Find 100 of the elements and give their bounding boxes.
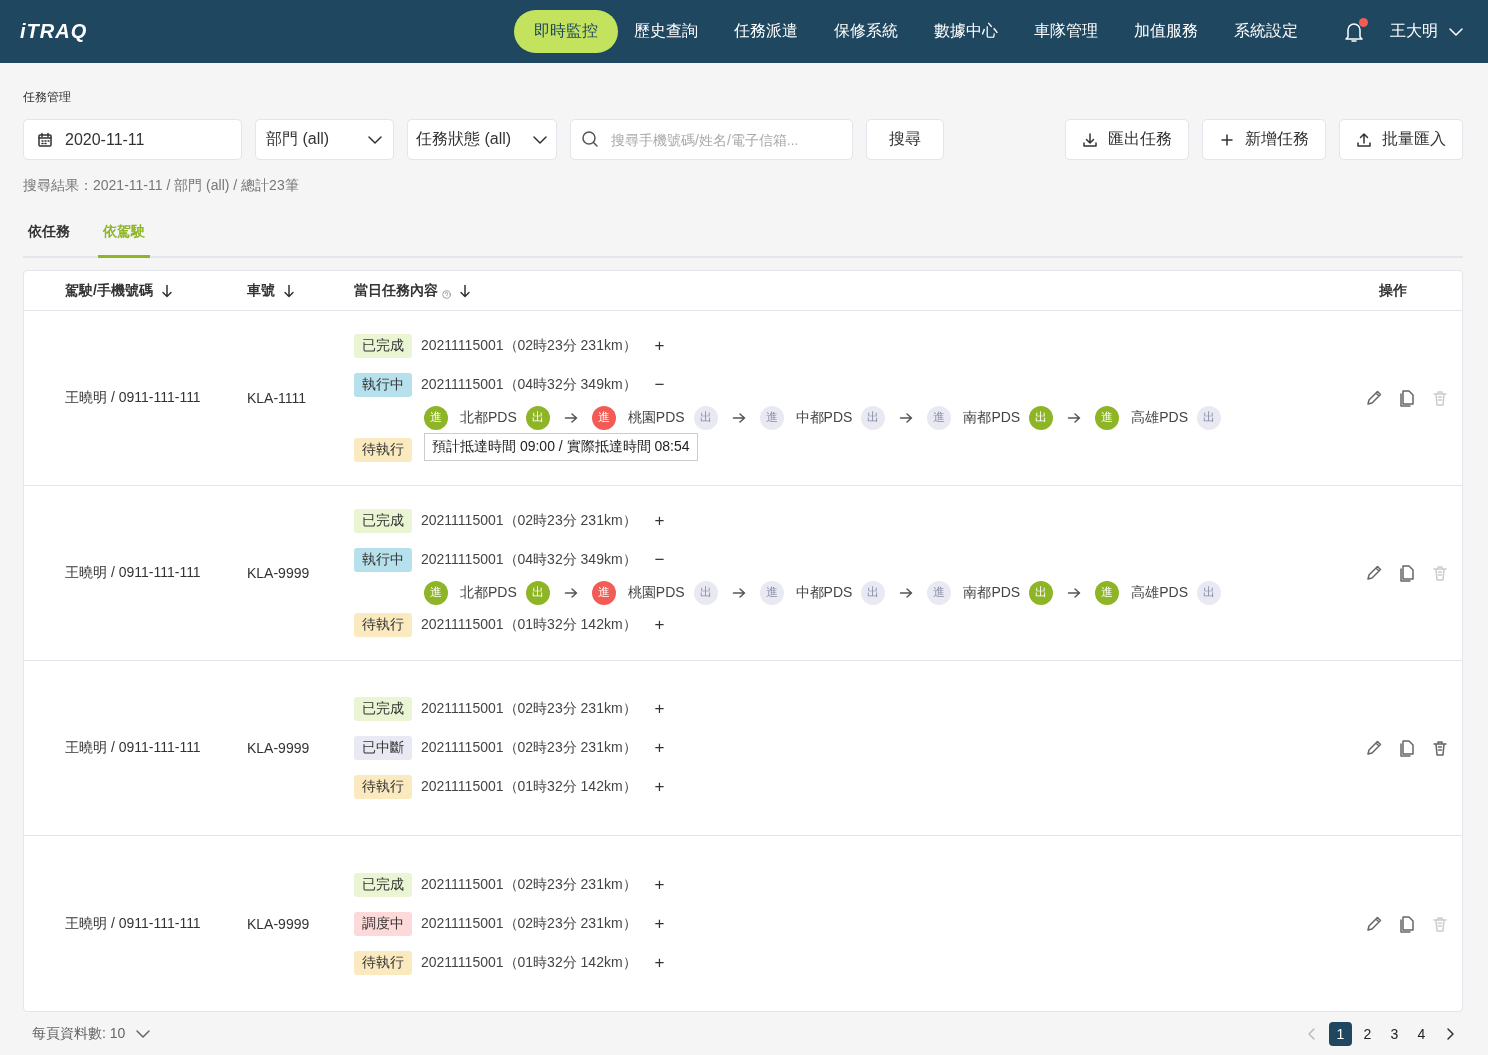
column-header[interactable]: 駕駛/手機號碼: [65, 281, 153, 300]
date-value: 2020-11-11: [65, 130, 145, 149]
status-tag: 調度中: [354, 911, 412, 936]
status-tag: 待執行: [354, 438, 412, 462]
expand-toggle[interactable]: +: [654, 738, 665, 758]
task-text[interactable]: 20211115001（02時23分 231km）: [421, 739, 637, 757]
check-out-badge: 出: [693, 580, 718, 605]
page-button[interactable]: 3: [1383, 1022, 1406, 1046]
check-out-badge: 出: [1197, 580, 1221, 605]
stop-name: 桃園PDS: [627, 583, 685, 602]
arrow-right-icon: [1067, 586, 1082, 599]
expand-toggle[interactable]: +: [654, 913, 665, 934]
check-out-badge: 出: [525, 580, 550, 605]
status-tag: 已中斷: [354, 736, 412, 760]
sort-arrow-icon[interactable]: [160, 283, 173, 298]
expand-toggle[interactable]: +: [654, 699, 665, 719]
check-in-badge: 進: [1095, 405, 1120, 430]
check-out-badge: 出: [861, 580, 886, 605]
sort-arrow-icon[interactable]: [283, 283, 295, 298]
sort-arrow-icon[interactable]: [459, 283, 471, 298]
page-button[interactable]: 4: [1410, 1022, 1433, 1046]
check-out-badge: 出: [1029, 580, 1054, 605]
import-button[interactable]: 批量匯入: [1339, 119, 1463, 160]
check-in-badge: 進: [759, 405, 784, 430]
driver-cell: 王曉明 / 0911-111-111: [65, 914, 201, 931]
task-text[interactable]: 20211115001（04時32分 349km）: [421, 551, 637, 569]
tab[interactable]: 依任務: [23, 217, 75, 258]
expand-toggle[interactable]: +: [654, 511, 665, 531]
task-text[interactable]: 20211115001（04時32分 349km）: [421, 376, 637, 394]
plate-cell: KLA-1111: [247, 390, 307, 406]
page-button[interactable]: 2: [1356, 1022, 1379, 1046]
bell-icon: [1344, 20, 1364, 43]
stop-name: 中都PDS: [795, 408, 853, 427]
status-tag: 已完成: [354, 697, 412, 721]
expand-toggle[interactable]: +: [654, 336, 665, 356]
task-text[interactable]: 20211115001（02時23分 231km）: [421, 700, 637, 718]
add-button[interactable]: 新增任務: [1202, 119, 1326, 160]
page-size-label: 每頁資料數: 10: [32, 1025, 126, 1043]
plus-icon: [1219, 131, 1235, 148]
expand-toggle[interactable]: +: [654, 777, 665, 797]
status-tag: 待執行: [354, 775, 412, 799]
copy-icon[interactable]: [1398, 564, 1416, 582]
tooltip: 預計抵達時間 09:00 / 實際抵達時間 08:54: [424, 432, 698, 461]
edit-icon[interactable]: [1365, 739, 1383, 757]
copy-icon[interactable]: [1398, 739, 1416, 757]
arrow-right-icon: [563, 586, 578, 599]
plate-cell: KLA-9999: [247, 565, 310, 581]
check-in-badge: 進: [591, 405, 616, 430]
department-dropdown[interactable]: 部門 (all): [255, 119, 394, 160]
copy-icon[interactable]: [1398, 389, 1416, 407]
status-tag: 執行中: [354, 548, 412, 572]
task-text[interactable]: 20211115001（01時32分 142km）: [421, 778, 637, 796]
task-text[interactable]: 20211115001（02時23分 231km）: [421, 337, 637, 355]
edit-icon[interactable]: [1365, 564, 1383, 582]
column-header: 操作: [1379, 281, 1407, 300]
stop-name: 南都PDS: [963, 408, 1021, 427]
expand-toggle[interactable]: −: [654, 375, 665, 395]
logo: iTRAQ: [20, 20, 88, 43]
search-field[interactable]: 搜尋手機號碼/姓名/電子信箱...: [570, 119, 853, 160]
check-out-badge: 出: [693, 405, 718, 430]
column-header[interactable]: 車號: [247, 281, 275, 300]
expand-toggle[interactable]: +: [654, 952, 665, 973]
dropdown-value: 任務狀態 (all): [416, 129, 512, 149]
user-menu[interactable]: 王大明: [1390, 21, 1464, 42]
search-icon: [581, 130, 599, 148]
arrow-right-icon: [731, 411, 746, 424]
nav-item[interactable]: 即時監控: [514, 10, 618, 53]
edit-icon[interactable]: [1365, 914, 1383, 933]
task-text[interactable]: 20211115001（02時23分 231km）: [421, 875, 637, 894]
check-in-badge: 進: [424, 405, 448, 430]
status-tag: 待執行: [354, 613, 412, 637]
export-button[interactable]: 匯出任務: [1065, 119, 1189, 160]
status-tag: 已完成: [354, 509, 412, 533]
arrow-right-icon: [1067, 411, 1082, 424]
delete-icon[interactable]: [1431, 739, 1449, 757]
driver-cell: 王曉明 / 0911-111-111: [65, 739, 201, 755]
task-text[interactable]: 20211115001（01時32分 142km）: [421, 616, 637, 634]
page-button[interactable]: 1: [1329, 1022, 1352, 1046]
expand-toggle[interactable]: +: [654, 874, 665, 895]
column-header[interactable]: 當日任務內容: [354, 281, 438, 300]
expand-toggle[interactable]: +: [654, 615, 665, 635]
status-dropdown[interactable]: 任務狀態 (all): [407, 119, 557, 160]
task-text[interactable]: 20211115001（01時32分 142km）: [421, 953, 637, 972]
search-button[interactable]: 搜尋: [866, 119, 944, 160]
download-icon: [1082, 131, 1098, 148]
plate-cell: KLA-9999: [247, 740, 310, 756]
stop-name: 高雄PDS: [1131, 408, 1188, 427]
check-in-badge: 進: [424, 580, 448, 605]
expand-toggle[interactable]: −: [654, 550, 665, 570]
arrow-right-icon: [899, 411, 914, 424]
check-out-badge: 出: [861, 405, 886, 430]
page-size-selector[interactable]: 每頁資料數: 10: [23, 1025, 152, 1043]
edit-icon[interactable]: [1365, 389, 1383, 407]
driver-cell: 王曉明 / 0911-111-111: [65, 389, 201, 405]
page-title: 任務管理: [23, 89, 72, 106]
task-text[interactable]: 20211115001（02時23分 231km）: [421, 512, 637, 530]
date-field[interactable]: 2020-11-11: [23, 119, 242, 160]
copy-icon[interactable]: [1398, 914, 1416, 933]
stop-name: 高雄PDS: [1131, 583, 1188, 602]
task-text[interactable]: 20211115001（02時23分 231km）: [421, 914, 637, 933]
